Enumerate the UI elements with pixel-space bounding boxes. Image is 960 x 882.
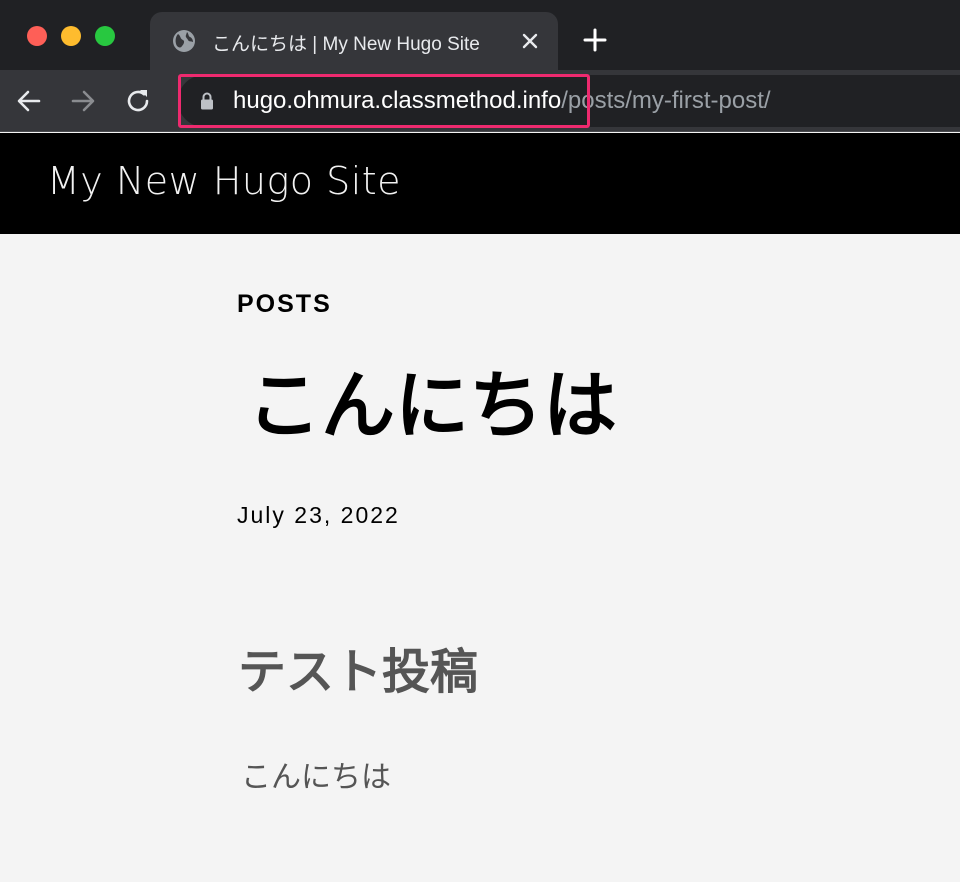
reload-icon[interactable] bbox=[123, 86, 153, 116]
site-header: My New Hugo Site bbox=[0, 133, 960, 234]
post-date: July 23, 2022 bbox=[237, 502, 400, 528]
tab-title: こんにちは | My New Hugo Site bbox=[212, 34, 480, 55]
site-title-link[interactable]: My New Hugo Site bbox=[47, 159, 401, 203]
tab-strip: こんにちは | My New Hugo Site bbox=[0, 0, 960, 70]
close-tab-icon[interactable] bbox=[520, 31, 540, 51]
minimize-window-button[interactable] bbox=[61, 26, 81, 46]
url-path: /posts/my-first-post/ bbox=[561, 87, 771, 114]
forward-arrow-icon[interactable] bbox=[68, 86, 98, 116]
post-paragraph: こんにちは bbox=[241, 760, 391, 795]
post-title: こんにちは bbox=[247, 363, 617, 449]
post-heading: テスト投稿 bbox=[238, 644, 479, 700]
url-host-highlight-box bbox=[178, 74, 590, 128]
close-window-button[interactable] bbox=[27, 26, 47, 46]
section-label[interactable]: POSTS bbox=[237, 290, 332, 319]
zoom-window-button[interactable] bbox=[95, 26, 115, 46]
new-tab-icon[interactable] bbox=[582, 27, 608, 53]
back-arrow-icon[interactable] bbox=[14, 86, 44, 116]
globe-icon bbox=[173, 30, 195, 52]
active-tab[interactable]: こんにちは | My New Hugo Site bbox=[150, 12, 558, 70]
